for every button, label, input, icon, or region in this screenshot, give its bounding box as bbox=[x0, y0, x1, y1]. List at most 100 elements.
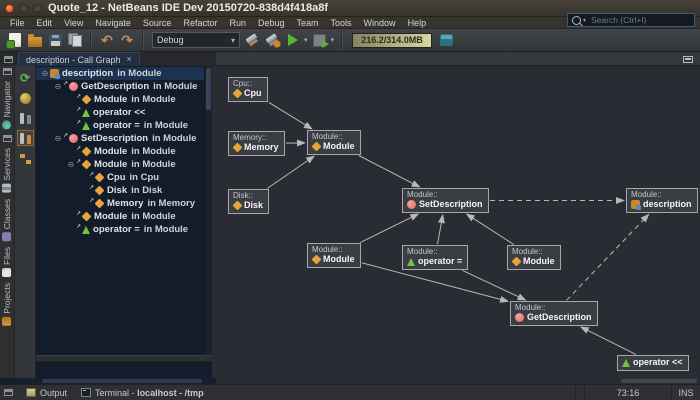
sidebar-tab-classes[interactable]: Classes bbox=[2, 199, 12, 241]
show-callers-button[interactable] bbox=[17, 90, 34, 106]
navigator-icon bbox=[3, 120, 12, 129]
tree-node-module[interactable]: ⊖↗Modulein Module bbox=[36, 158, 204, 171]
save-all-button[interactable] bbox=[45, 30, 65, 50]
maximize-button[interactable] bbox=[33, 4, 42, 13]
dock-window-icon[interactable] bbox=[3, 68, 12, 75]
redo-button[interactable]: ↷ bbox=[117, 30, 137, 50]
graph-node-module1[interactable]: Module::Module bbox=[307, 130, 361, 155]
refresh-button[interactable]: ⟳ bbox=[17, 70, 34, 86]
config-select[interactable]: Debug bbox=[152, 32, 240, 48]
collapse-handle-icon[interactable]: ⊖ bbox=[40, 67, 50, 80]
edge-opshl-getdesc bbox=[581, 327, 636, 355]
collapse-handle-icon[interactable]: ⊖ bbox=[53, 80, 63, 93]
who-calls-button[interactable] bbox=[17, 110, 34, 126]
tree-node-operator-[interactable]: ↗operator =in Module bbox=[36, 223, 204, 236]
constructor-icon bbox=[312, 255, 322, 265]
tree-node-cpu[interactable]: ↗Cpuin Cpu bbox=[36, 171, 204, 184]
hammer-icon bbox=[245, 32, 261, 48]
tab-call-graph[interactable]: description - Call Graph × bbox=[18, 52, 140, 66]
tree-node-description[interactable]: ⊖descriptionin Module bbox=[36, 67, 204, 80]
menu-debug[interactable]: Debug bbox=[252, 17, 291, 29]
graph-node-module2[interactable]: Module::Module bbox=[307, 243, 361, 268]
terminal-tab[interactable]: Terminal - localhost - /tmp bbox=[74, 385, 211, 400]
tree-horizontal-scrollbar[interactable] bbox=[0, 378, 216, 384]
debug-button[interactable] bbox=[310, 30, 330, 50]
run-button[interactable] bbox=[283, 30, 303, 50]
graph-node-memory[interactable]: Memory::Memory bbox=[228, 131, 285, 156]
menu-team[interactable]: Team bbox=[291, 17, 325, 29]
new-file-button[interactable] bbox=[5, 30, 25, 50]
horizontal-splitter[interactable] bbox=[36, 355, 212, 362]
menu-help[interactable]: Help bbox=[402, 17, 433, 29]
menu-edit[interactable]: Edit bbox=[31, 17, 59, 29]
sidebar-tab-navigator[interactable]: Navigator bbox=[2, 81, 12, 129]
scrollbar-thumb[interactable] bbox=[42, 379, 202, 383]
menu-source[interactable]: Source bbox=[137, 17, 178, 29]
sidebar-tab-services[interactable]: Services bbox=[2, 148, 12, 193]
dock-window-icon[interactable] bbox=[3, 135, 12, 142]
dock-window-icon[interactable] bbox=[4, 56, 13, 63]
collapse-handle-icon[interactable]: ⊖ bbox=[53, 132, 63, 145]
menu-run[interactable]: Run bbox=[223, 17, 252, 29]
graph-node-getdesc[interactable]: Module::GetDescription bbox=[510, 301, 598, 326]
quick-search[interactable]: ▾ bbox=[567, 13, 695, 27]
tree-node-memory[interactable]: ↗Memoryin Memory bbox=[36, 197, 204, 210]
tree-node-operator-[interactable]: ↗operator << bbox=[36, 106, 204, 119]
clean-build-button[interactable] bbox=[263, 30, 283, 50]
close-tab-icon[interactable]: × bbox=[127, 55, 132, 64]
files-icon bbox=[3, 268, 12, 277]
menu-refactor[interactable]: Refactor bbox=[177, 17, 223, 29]
memory-indicator[interactable]: 216.2/314.0MB bbox=[352, 33, 432, 48]
build-button[interactable] bbox=[243, 30, 263, 50]
graph-node-setdesc[interactable]: Module::SetDescription bbox=[402, 188, 489, 213]
who-is-called-button[interactable] bbox=[17, 130, 34, 146]
undo-icon: ↶ bbox=[101, 33, 113, 47]
refresh-icon: ⟳ bbox=[20, 72, 30, 84]
sidebar-tab-files[interactable]: Files bbox=[2, 247, 12, 277]
graph-horizontal-scrollbar[interactable] bbox=[216, 378, 700, 384]
minimize-button[interactable] bbox=[19, 4, 28, 13]
scrollbar-thumb[interactable] bbox=[206, 68, 211, 110]
graph-node-descr[interactable]: Module::description bbox=[626, 188, 698, 213]
tree-node-module[interactable]: ↗Modulein Module bbox=[36, 93, 204, 106]
graph-node-cpu[interactable]: Cpu::Cpu bbox=[228, 77, 268, 102]
copy-button[interactable] bbox=[65, 30, 85, 50]
tree-node-operator-[interactable]: ↗operator =in Module bbox=[36, 119, 204, 132]
debug-dropdown-icon[interactable]: ▾ bbox=[331, 36, 335, 44]
main-toolbar: ↶ ↷ Debug ▾ ▾ 216.2/314.0MB bbox=[0, 29, 700, 52]
run-dropdown-icon[interactable]: ▾ bbox=[304, 36, 308, 44]
tree-node-disk[interactable]: ↗Diskin Disk bbox=[36, 184, 204, 197]
scrollbar-thumb[interactable] bbox=[621, 379, 697, 383]
menu-navigate[interactable]: Navigate bbox=[89, 17, 137, 29]
output-tab[interactable]: Output bbox=[19, 385, 74, 400]
collapse-handle-icon[interactable]: ⊖ bbox=[66, 158, 76, 171]
new-project-button[interactable] bbox=[25, 30, 45, 50]
hierarchy-icon bbox=[20, 153, 31, 164]
graph-canvas[interactable]: Cpu::CpuMemory::MemoryModule::ModuleDisk… bbox=[216, 66, 700, 378]
tree-node-module[interactable]: ↗Modulein Module bbox=[36, 145, 204, 158]
tree-node-context: in Module bbox=[131, 146, 175, 157]
menu-view[interactable]: View bbox=[58, 17, 89, 29]
graph-node-module3[interactable]: Module::Module bbox=[507, 245, 561, 270]
menu-tools[interactable]: Tools bbox=[325, 17, 358, 29]
call-tree: ⊖descriptionin Module⊖↗GetDescriptionin … bbox=[36, 66, 204, 355]
redo-icon: ↷ bbox=[121, 33, 133, 47]
undo-button[interactable]: ↶ bbox=[97, 30, 117, 50]
graph-node-opeq[interactable]: Module::operator = bbox=[402, 245, 468, 270]
tree-vertical-scrollbar[interactable] bbox=[204, 66, 212, 355]
menu-file[interactable]: File bbox=[4, 17, 31, 29]
menu-window[interactable]: Window bbox=[358, 17, 402, 29]
profile-button[interactable] bbox=[436, 30, 456, 50]
sidebar-tab-projects[interactable]: Projects bbox=[2, 283, 12, 326]
node-label: Module bbox=[323, 141, 355, 152]
minimize-panel-icon[interactable] bbox=[683, 56, 693, 63]
graph-node-opshl[interactable]: operator << bbox=[617, 355, 689, 371]
close-button[interactable] bbox=[5, 4, 14, 13]
tree-node-module[interactable]: ↗Modulein Module bbox=[36, 210, 204, 223]
graph-node-disk[interactable]: Disk::Disk bbox=[228, 189, 269, 214]
dock-window-icon[interactable] bbox=[4, 389, 13, 396]
expand-tree-button[interactable] bbox=[17, 150, 34, 166]
tree-node-setdescription[interactable]: ⊖↗SetDescriptionin Module bbox=[36, 132, 204, 145]
tree-node-getdescription[interactable]: ⊖↗GetDescriptionin Module bbox=[36, 80, 204, 93]
search-input[interactable] bbox=[589, 14, 694, 26]
